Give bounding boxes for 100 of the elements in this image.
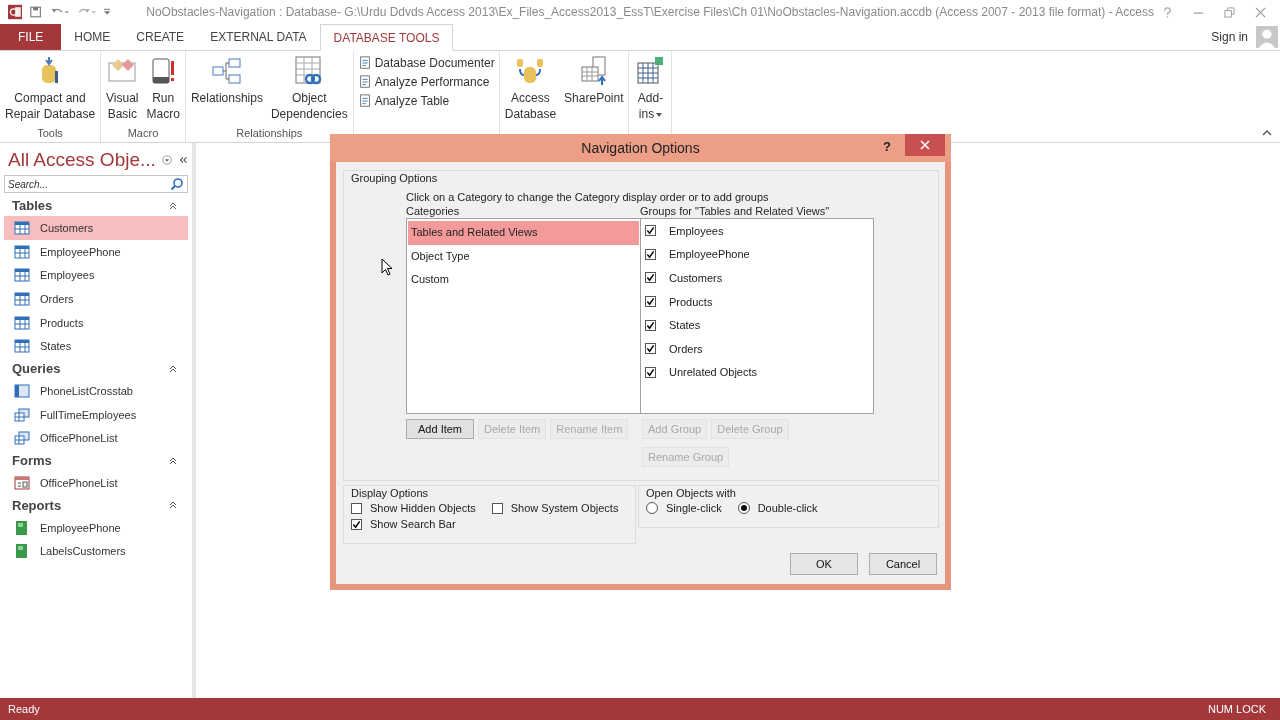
navigation-item[interactable]: EmployeePhone [4,515,188,540]
save-icon[interactable] [30,5,42,19]
collapse-group-icon[interactable] [168,363,178,374]
num-lock-indicator: NUM LOCK [1207,703,1266,715]
ribbon-button[interactable]: Relationships [187,55,266,126]
checkbox[interactable] [645,225,656,237]
checkbox[interactable] [645,343,656,355]
checkbox[interactable] [491,502,503,514]
checkbox[interactable] [645,248,656,260]
sign-in-link[interactable]: Sign in [1211,30,1248,44]
collapse-group-icon[interactable] [168,455,178,466]
category-item[interactable]: Custom [408,268,639,292]
document-icon [357,55,372,71]
list-label: Categories [406,205,461,218]
dialog-title: Navigation Options [581,140,700,156]
checkbox-label: Show Hidden Objects [370,502,476,514]
group-label: States [669,319,701,332]
table-icon [14,315,30,330]
ribbon-button[interactable]: Add- ins [631,55,670,125]
navigation-item[interactable]: States [4,334,188,359]
checkbox[interactable] [645,319,656,331]
group-header[interactable]: Tables [12,198,53,213]
checkbox[interactable] [645,296,656,308]
group-label: Orders [669,342,703,355]
collapse-pane-icon[interactable] [177,154,188,166]
dropdown-icon[interactable] [161,154,172,166]
ribbon-tab[interactable]: EXTERNAL DATA [197,24,320,50]
table-icon [14,268,30,283]
navigation-item[interactable]: LabelsCustomers [4,539,188,564]
search-field[interactable]: Search... [4,175,188,193]
ribbon-tab[interactable]: CREATE [123,24,198,50]
frame-label: Grouping Options [350,171,439,185]
query-icon [14,431,30,446]
ribbon-button[interactable]: Analyze Performance [355,74,492,90]
report-icon [14,544,30,559]
group-label: Customers [669,272,723,284]
checkbox[interactable] [351,502,362,514]
ribbon-button[interactable]: Object Dependencies [267,55,351,126]
ribbon-button[interactable]: SharePoint [561,55,627,125]
frame-label: Display Options [350,486,430,500]
form-icon [14,476,30,491]
document-icon [357,93,372,109]
navigation-item[interactable]: OfficePhoneList [4,471,188,495]
navigation-pane-title[interactable]: All Access Obje... [8,149,156,171]
instruction-text: Click on a Category to change the Category display order or to add groups [406,191,770,203]
frame-label: Open Objects with [645,486,737,500]
group-header[interactable]: Forms [12,453,52,469]
checkbox-label: Show System Objects [510,502,619,514]
dialog-button[interactable]: Add Item [406,419,475,439]
list-label: Groups for "Tables and Related Views" [640,205,831,218]
ribbon-button[interactable]: Database Documenter [355,55,497,71]
navigation-item[interactable]: FullTimeEmployees [4,402,188,427]
navigation-item[interactable]: EmployeePhone [4,239,188,264]
ribbon-button[interactable]: Analyze Table [355,93,452,109]
group-label: Unrelated Objects [669,366,758,379]
navigation-item[interactable]: Customers [4,216,188,240]
document-icon [357,74,372,90]
mouse-pointer-icon [381,258,393,276]
checkbox[interactable] [645,366,656,378]
customize-icon[interactable] [103,7,111,17]
category-item[interactable]: Tables and Related Views [408,221,639,245]
navigation-item[interactable]: Products [4,310,188,335]
navigation-item[interactable]: Orders [4,287,188,311]
navigation-item[interactable]: OfficePhoneList [4,426,188,451]
crosstab-icon [14,383,30,398]
ribbon-group-label: Tools [37,126,63,141]
collapse-group-icon[interactable] [168,200,178,211]
radio-button[interactable] [737,502,750,514]
checkbox[interactable] [351,518,362,530]
close-icon[interactable] [1255,6,1266,18]
navigation-item[interactable]: PhoneListCrosstab [4,379,188,403]
ribbon-button[interactable]: Compact and Repair Database [2,55,99,126]
category-item[interactable]: Object Type [408,244,639,269]
ribbon-tab[interactable]: DATABASE TOOLS [319,24,454,51]
ribbon-group-label: Relationships [236,126,303,141]
navigation-item[interactable]: Employees [4,263,188,288]
radio-label: Double-click [757,502,818,514]
group-header[interactable]: Queries [12,361,61,377]
checkbox[interactable] [645,272,656,284]
radio-label: Single-click [666,502,722,514]
collapse-ribbon-icon[interactable] [1262,130,1272,136]
dialog-button[interactable]: OK [790,553,858,575]
group-header[interactable]: Reports [12,497,62,513]
collapse-group-icon[interactable] [168,500,178,511]
checkbox-label: Show Search Bar [370,518,456,530]
ribbon-button[interactable]: Run Macro [143,55,183,126]
ribbon-button[interactable]: Visual Basic [103,55,142,126]
help-button[interactable]: ? [877,138,897,155]
group-label: EmployeePhone [669,248,750,261]
radio-button[interactable] [646,502,658,514]
table-icon [14,244,30,259]
ribbon-tab[interactable]: HOME [61,24,124,50]
ribbon-tab[interactable]: FILE [0,24,62,50]
search-icon[interactable] [170,177,184,191]
dialog-button[interactable]: Cancel [869,553,937,575]
close-icon [920,140,930,150]
group-label: Employees [669,224,724,237]
ribbon-button[interactable]: Access Database [501,55,560,125]
group-label: Products [669,295,713,308]
status-text: Ready [8,703,40,715]
